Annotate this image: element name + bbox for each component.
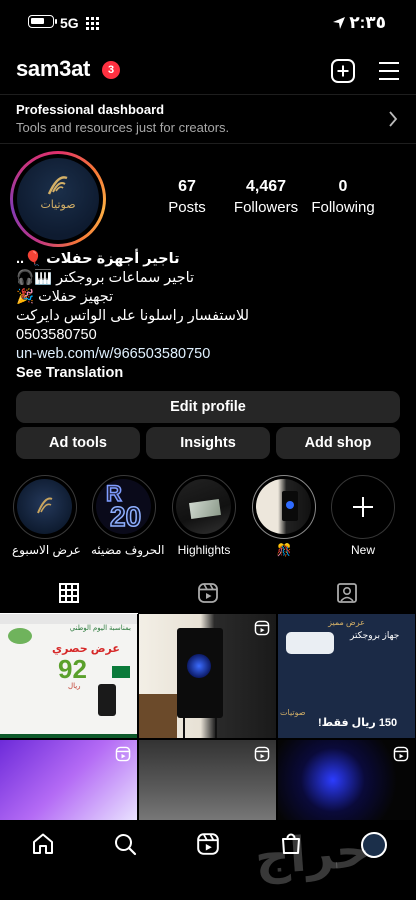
post-thumbnail[interactable]: عرض مميز جهاز بروجكتر 150 ريال فقط! صوتي… xyxy=(278,614,415,738)
dashboard-title: Professional dashboard xyxy=(16,102,165,117)
highlight-cover: R 20 xyxy=(96,479,151,534)
battery-tip xyxy=(55,19,57,24)
plus-icon xyxy=(353,497,373,517)
post-brand: صوتيات xyxy=(280,708,306,717)
location-arrow-icon xyxy=(333,17,345,29)
following-label: Following xyxy=(311,199,375,216)
followers-label: Followers xyxy=(233,199,299,216)
highlight-label: Highlights xyxy=(177,543,231,557)
saudi-flag xyxy=(112,666,130,678)
tagged-person-icon xyxy=(337,583,357,603)
sound-logo-icon xyxy=(47,176,68,195)
highlight-label: عرض الاسبوع xyxy=(12,543,81,557)
insights-button[interactable]: Insights xyxy=(146,427,270,459)
reel-icon xyxy=(254,620,270,636)
highlight-cover xyxy=(176,479,231,534)
reel-icon xyxy=(115,746,131,762)
posts-label: Posts xyxy=(168,199,206,216)
highlight-glowing-letters[interactable]: R 20 الحروف مضيئه xyxy=(91,475,165,557)
see-translation-link[interactable]: See Translation xyxy=(16,364,406,383)
bio-line-4: للاستفسار راسلونا على الواتس دايركت xyxy=(16,308,250,324)
bio-line-1: تاجير أجهزة حفلات 🎈.. xyxy=(16,251,180,267)
add-shop-button[interactable]: Add shop xyxy=(276,427,400,459)
battery-icon xyxy=(28,15,54,28)
post-thumbnail[interactable]: بمناسبة اليوم الوطني عرض حصري 92 ريال xyxy=(0,614,137,738)
grid-icon xyxy=(59,583,79,603)
followers-count: 4,467 xyxy=(245,178,287,195)
posts-count: 67 xyxy=(178,178,196,195)
post-thumbnail[interactable] xyxy=(278,740,415,820)
post-title: عرض مميز xyxy=(328,618,365,627)
home-icon[interactable] xyxy=(31,832,55,856)
create-post-icon[interactable] xyxy=(330,58,356,84)
tab-tagged[interactable] xyxy=(278,570,416,614)
clock: ٢:٣٥ xyxy=(349,13,386,32)
highlight-weekly-offer[interactable]: عرض الاسبوع xyxy=(12,475,81,557)
logo-icon xyxy=(8,628,32,644)
reel-icon xyxy=(393,746,409,762)
post-currency: ريال xyxy=(68,683,81,690)
post-thumbnail[interactable] xyxy=(139,740,276,820)
profile-avatar-story-ring[interactable]: صوتيات xyxy=(10,151,106,247)
sound-logo-icon xyxy=(37,497,53,514)
professional-dashboard[interactable]: Professional dashboard Tools and resourc… xyxy=(0,94,416,144)
tab-reels[interactable] xyxy=(139,570,277,614)
reels-icon[interactable] xyxy=(196,832,220,856)
edit-profile-button[interactable]: Edit profile xyxy=(16,391,400,423)
highlight-label: 🎊 xyxy=(276,543,292,557)
dashboard-subtitle: Tools and resources just for creators. xyxy=(16,120,230,135)
highlight-highlights[interactable]: Highlights xyxy=(171,475,237,557)
following-stat[interactable]: 0 Following xyxy=(311,178,375,216)
bio-line-2: تاجير سماعات بروجكتر 🎹🎧 xyxy=(16,270,195,286)
bio-link[interactable]: un-web.com/w/966503580750 xyxy=(16,345,406,364)
bio-line-3: تجهيز حفلات 🎉 xyxy=(16,289,114,305)
ad-tools-button[interactable]: Ad tools xyxy=(16,427,140,459)
highlight-label: الحروف مضيئه xyxy=(91,543,165,557)
watermark-text: حراج xyxy=(253,822,373,886)
highlight-cover xyxy=(256,479,311,534)
notification-badge[interactable]: 3 xyxy=(102,61,120,79)
reels-icon xyxy=(198,583,218,603)
avatar: صوتيات xyxy=(17,158,99,240)
reel-icon xyxy=(254,746,270,762)
menu-icon[interactable] xyxy=(376,58,402,84)
highlight-celebration[interactable]: 🎊 xyxy=(251,475,317,557)
posts-grid: بمناسبة اليوم الوطني عرض حصري 92 ريال عر… xyxy=(0,614,416,820)
post-price: 150 ريال فقط! xyxy=(318,717,398,729)
followers-stat[interactable]: 4,467 Followers xyxy=(232,178,300,216)
following-count: 0 xyxy=(338,178,348,195)
chevron-right-icon xyxy=(389,111,398,127)
avatar-logo-text: صوتيات xyxy=(40,198,76,211)
posts-stat[interactable]: 67 Posts xyxy=(164,178,210,216)
username-switcher[interactable]: sam3at xyxy=(16,56,90,82)
profile-bio: تاجير أجهزة حفلات 🎈.. تاجير سماعات بروجك… xyxy=(16,250,406,383)
new-highlight-button[interactable]: New xyxy=(330,475,396,557)
network-type: 5G xyxy=(60,15,79,31)
profile-tabs xyxy=(0,570,416,614)
speaker-image xyxy=(98,684,116,716)
post-price: 92 xyxy=(58,654,87,684)
profile-header: sam3at 3 xyxy=(0,56,416,88)
highlight-cover xyxy=(17,479,72,534)
search-icon[interactable] xyxy=(113,832,137,856)
post-thumbnail[interactable] xyxy=(0,740,137,820)
bio-phone: 0503580750 xyxy=(16,327,97,343)
tab-posts-grid[interactable] xyxy=(0,570,138,614)
signal-icon xyxy=(86,17,102,30)
status-bar: 5G ٢:٣٥ xyxy=(0,0,416,46)
highlight-label: New xyxy=(350,543,375,557)
post-item: جهاز بروجكتر xyxy=(350,630,400,640)
post-thumbnail[interactable] xyxy=(139,614,276,738)
